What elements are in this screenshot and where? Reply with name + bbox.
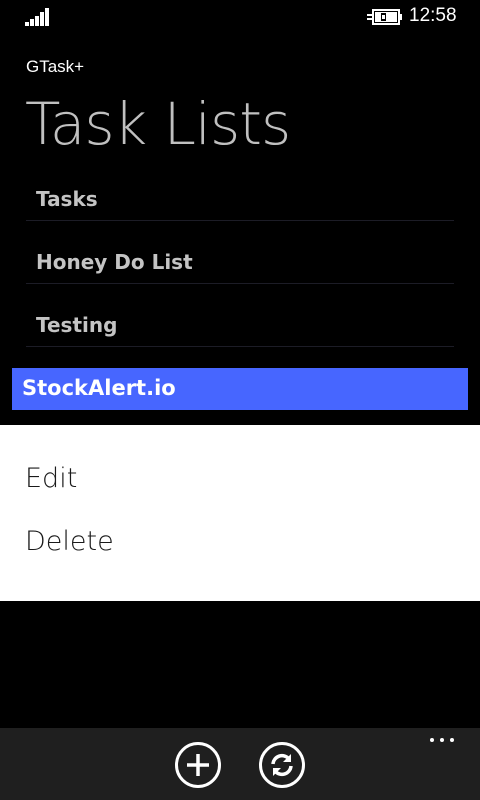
status-clock: 12:58	[409, 5, 457, 26]
screen: 12:58 GTask+ Task Lists Tasks Honey Do L…	[0, 0, 480, 800]
list-item[interactable]: Tasks	[26, 180, 454, 243]
list-item[interactable]: Honey Do List	[26, 243, 454, 306]
edit-menu-item[interactable]: Edit	[25, 463, 77, 494]
battery-charging-icon	[367, 9, 402, 25]
list-item-label: Testing	[36, 313, 118, 337]
add-icon	[187, 754, 209, 776]
signal-strength-icon	[25, 8, 55, 26]
list-item-label: Tasks	[36, 187, 98, 211]
list-item[interactable]: Testing	[26, 306, 454, 369]
page-title: Task Lists	[25, 90, 291, 158]
list-divider	[26, 220, 454, 221]
app-name: GTask+	[26, 57, 85, 76]
app-bar	[0, 728, 480, 800]
context-menu: Edit Delete	[0, 425, 480, 601]
list-item-label: Honey Do List	[36, 250, 193, 274]
list-divider	[26, 346, 454, 347]
status-bar: 12:58	[0, 0, 480, 34]
list-divider	[26, 283, 454, 284]
task-list: Tasks Honey Do List Testing	[26, 180, 454, 369]
add-button[interactable]	[175, 742, 221, 788]
selected-list-item-label: StockAlert.io	[22, 376, 176, 400]
sync-icon	[271, 753, 293, 777]
selected-list-item[interactable]: StockAlert.io	[12, 368, 468, 410]
delete-menu-item[interactable]: Delete	[25, 526, 114, 557]
sync-button[interactable]	[259, 742, 305, 788]
more-icon[interactable]	[430, 738, 456, 744]
